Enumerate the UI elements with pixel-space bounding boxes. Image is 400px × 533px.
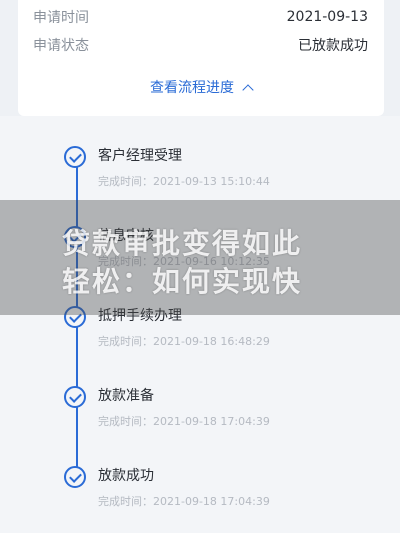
view-progress-toggle[interactable]: 查看流程进度 <box>18 76 384 98</box>
watermark-line-1: 贷款审批变得如此 <box>62 227 303 260</box>
timeline-step: 放款成功 完成时间：2021-09-18 17:04:39 <box>64 466 384 518</box>
step-time: 完成时间：2021-09-18 17:04:39 <box>98 495 270 508</box>
step-time: 完成时间：2021-09-13 15:10:44 <box>98 175 270 188</box>
watermark-banner: 贷款审批变得如此 轻松：如何实现快 <box>0 200 400 315</box>
apply-date-row: 申请时间 2021-09-13 <box>33 7 368 27</box>
apply-date-value: 2021-09-13 <box>286 9 368 25</box>
chevron-up-icon <box>242 83 254 96</box>
watermark-line-2: 轻松：如何实现快 <box>62 265 303 298</box>
apply-status-row: 申请状态 已放款成功 <box>33 35 368 55</box>
timeline-step: 放款准备 完成时间：2021-09-18 17:04:39 <box>64 386 384 438</box>
step-time: 完成时间：2021-09-18 16:48:29 <box>98 335 270 348</box>
timeline-step: 客户经理受理 完成时间：2021-09-13 15:10:44 <box>64 146 384 198</box>
apply-status-value: 已放款成功 <box>298 38 368 54</box>
check-circle-icon <box>64 466 86 488</box>
step-time: 完成时间：2021-09-18 17:04:39 <box>98 415 270 428</box>
application-details-card: 申请时间 2021-09-13 申请状态 已放款成功 查看流程进度 <box>18 0 384 116</box>
step-title: 放款准备 <box>98 388 154 404</box>
progress-timeline: 客户经理受理 完成时间：2021-09-13 15:10:44 信息审核 完成时… <box>0 116 400 533</box>
apply-status-label: 申请状态 <box>33 38 89 54</box>
view-progress-label: 查看流程进度 <box>150 80 234 96</box>
apply-date-label: 申请时间 <box>33 10 89 26</box>
step-title: 放款成功 <box>98 468 154 484</box>
step-title: 客户经理受理 <box>98 148 182 164</box>
check-circle-icon <box>64 386 86 408</box>
check-circle-icon <box>64 146 86 168</box>
